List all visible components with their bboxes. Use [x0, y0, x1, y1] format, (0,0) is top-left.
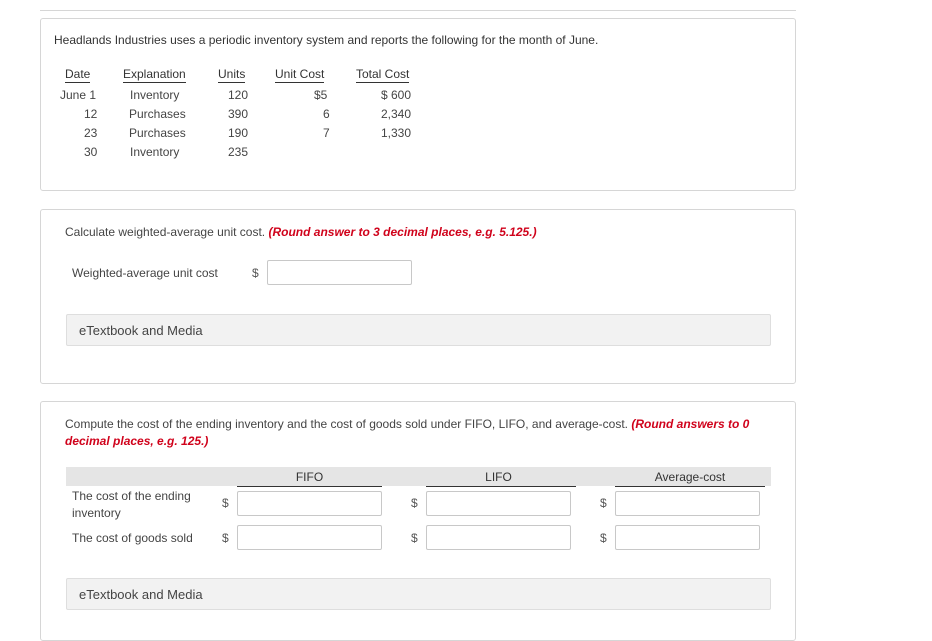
cell-unit-cost: $5 [314, 88, 328, 102]
cell-date: 30 [84, 145, 98, 159]
rounding-instruction: (Round answers to 0 [631, 417, 750, 431]
column-header-average-cost: Average-cost [654, 470, 726, 484]
rounding-instruction-cont: decimal places, e.g. 125.) [65, 434, 209, 448]
problem-intro: Headlands Industries uses a periodic inv… [54, 33, 599, 47]
cell-explanation: Inventory [130, 88, 180, 102]
question-prompt: Calculate weighted-average unit cost. (R… [65, 225, 537, 239]
cell-date: 12 [84, 107, 98, 121]
header-unit-cost: Unit Cost [275, 67, 325, 83]
question-prompt: Compute the cost of the ending inventory… [65, 416, 765, 450]
cost-methods-card: Compute the cost of the ending inventory… [40, 401, 796, 641]
etextbook-media-button[interactable]: eTextbook and Media [66, 578, 771, 610]
rounding-instruction: (Round answer to 3 decimal places, e.g. … [268, 225, 537, 239]
header-total-cost: Total Cost [356, 67, 410, 83]
average-cost-underline [615, 486, 765, 487]
prompt-text: Compute the cost of the ending inventory… [65, 417, 628, 431]
cell-date: 23 [84, 126, 98, 140]
fifo-underline [237, 486, 382, 487]
header-date: Date [65, 67, 91, 83]
cell-explanation: Purchases [129, 126, 186, 140]
prompt-text: Calculate weighted-average unit cost. [65, 225, 266, 239]
currency-symbol: $ [600, 531, 607, 545]
currency-symbol: $ [411, 531, 418, 545]
etextbook-media-label: eTextbook and Media [79, 323, 203, 338]
column-header-lifo: LIFO [485, 470, 512, 484]
etextbook-media-button[interactable]: eTextbook and Media [66, 314, 771, 346]
currency-symbol: $ [252, 266, 259, 280]
currency-symbol: $ [411, 496, 418, 510]
cell-units: 120 [228, 88, 249, 102]
lifo-ending-inventory-input[interactable] [426, 491, 571, 516]
weighted-average-input[interactable] [267, 260, 412, 285]
currency-symbol: $ [222, 496, 229, 510]
row-label-ending-inventory: The cost of the ending inventory [72, 489, 191, 520]
average-cost-ending-inventory-input[interactable] [615, 491, 760, 516]
cell-units: 390 [228, 107, 249, 121]
etextbook-media-label: eTextbook and Media [79, 587, 203, 602]
fifo-cogs-input[interactable] [237, 525, 382, 550]
cell-explanation: Inventory [130, 145, 180, 159]
currency-symbol: $ [222, 531, 229, 545]
header-units: Units [218, 67, 246, 83]
cell-unit-cost: 7 [323, 126, 330, 140]
previous-card-edge [40, 0, 796, 11]
average-cost-cogs-input[interactable] [615, 525, 760, 550]
cell-total-cost: $ 600 [381, 88, 412, 102]
weighted-average-label: Weighted-average unit cost [72, 266, 218, 280]
cell-units: 190 [228, 126, 249, 140]
cell-total-cost: 2,340 [381, 107, 412, 121]
problem-card: Headlands Industries uses a periodic inv… [40, 18, 796, 191]
lifo-cogs-input[interactable] [426, 525, 571, 550]
cell-total-cost: 1,330 [381, 126, 412, 140]
header-explanation: Explanation [123, 67, 186, 83]
lifo-underline [426, 486, 576, 487]
cell-unit-cost: 6 [323, 107, 330, 121]
cell-explanation: Purchases [129, 107, 186, 121]
column-header-fifo: FIFO [295, 470, 324, 484]
weighted-average-card: Calculate weighted-average unit cost. (R… [40, 209, 796, 384]
currency-symbol: $ [600, 496, 607, 510]
row-label-cost-of-goods-sold: The cost of goods sold [72, 531, 193, 545]
cell-date: June 1 [60, 88, 97, 102]
fifo-ending-inventory-input[interactable] [237, 491, 382, 516]
cell-units: 235 [228, 145, 249, 159]
